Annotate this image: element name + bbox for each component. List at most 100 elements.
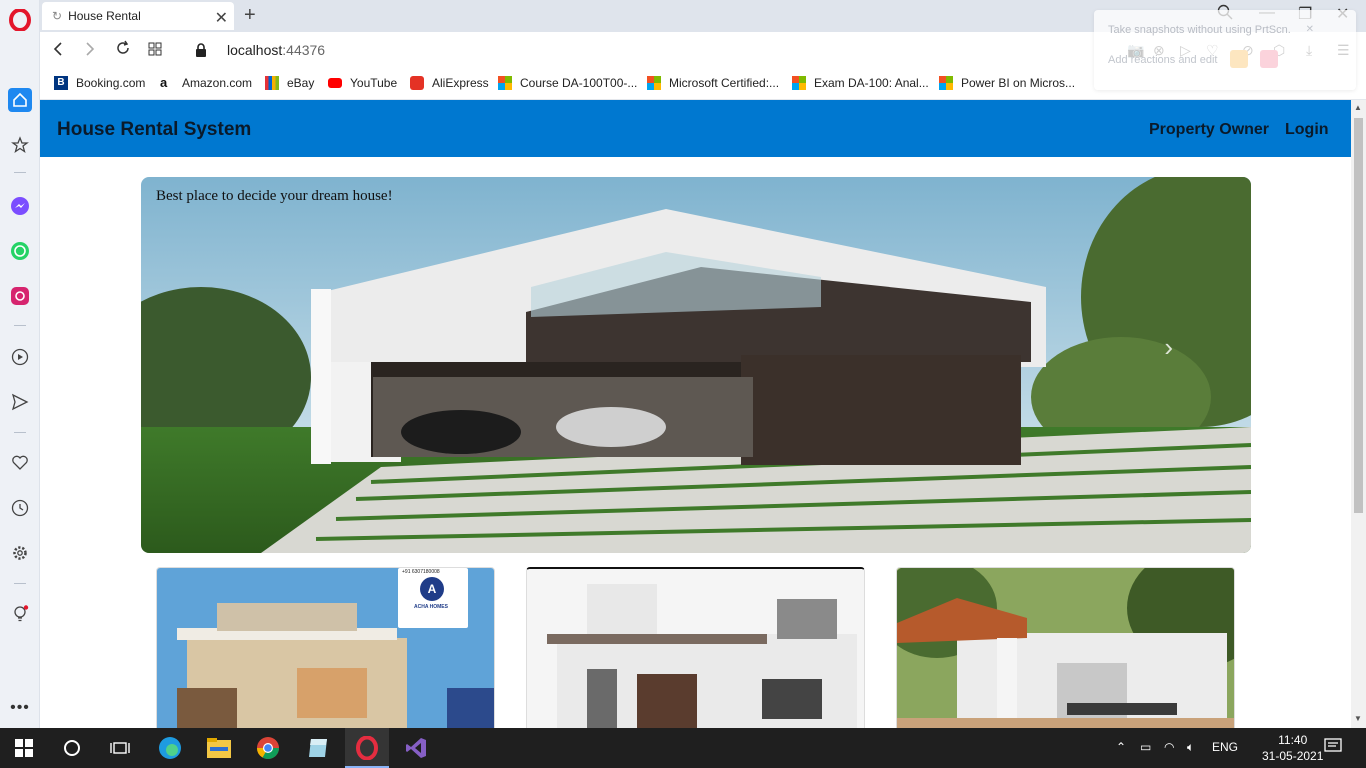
bookmark-exam[interactable]: Exam DA-100: Anal...	[792, 76, 929, 90]
windows-start-icon[interactable]	[12, 736, 36, 760]
bookmark-label: Power BI on Micros...	[961, 76, 1076, 90]
notifications-icon[interactable]	[1324, 738, 1342, 757]
url-port: :44376	[282, 42, 326, 58]
acha-homes-badge: +91 6307180008 A ACHA HOMES	[398, 568, 468, 628]
booking-icon: B	[54, 76, 68, 90]
hero-caption: Best place to decide your dream house!	[156, 188, 393, 204]
bookmark-label: AliExpress	[432, 76, 489, 90]
emoji-reaction-icon[interactable]	[1260, 50, 1278, 68]
bookmark-booking[interactable]: B Booking.com	[54, 76, 145, 90]
sidebar-divider	[14, 432, 26, 433]
url-host: localhost	[227, 42, 283, 58]
screen: ••• ↻ House Rental ✕ + — ❐ ✕	[0, 0, 1366, 768]
microsoft-icon	[792, 76, 806, 90]
send-icon[interactable]	[8, 390, 32, 414]
bookmark-amazon[interactable]: a Amazon.com	[160, 75, 253, 91]
property-card[interactable]	[526, 567, 865, 728]
popup-close-icon[interactable]: ✕	[1306, 24, 1314, 35]
hero-house-image	[141, 177, 1251, 553]
file-explorer-icon[interactable]	[207, 736, 231, 760]
back-icon[interactable]	[52, 40, 64, 61]
scroll-up-icon[interactable]: ▲	[1354, 103, 1362, 112]
emoji-reaction-icon[interactable]	[1230, 50, 1248, 68]
loading-icon: ↻	[52, 9, 63, 23]
snapshot-tip-popup: Take snapshots without using PrtScn. ✕ A…	[1094, 10, 1356, 90]
messenger-icon[interactable]	[8, 194, 32, 218]
notes-app-icon[interactable]	[306, 736, 330, 760]
tray-chevron-icon[interactable]: ⌃	[1116, 740, 1126, 754]
bookmark-aliexpress[interactable]: AliExpress	[410, 76, 489, 90]
web-page: House Rental System Property Owner Login	[40, 100, 1351, 728]
wifi-icon[interactable]: ◠	[1164, 740, 1174, 754]
popup-line-1: Take snapshots without using PrtScn.	[1108, 24, 1291, 36]
aliexpress-icon	[410, 76, 424, 90]
close-tab-icon[interactable]: ✕	[215, 8, 228, 28]
bookmark-label: YouTube	[350, 76, 398, 90]
nav-login[interactable]: Login	[1285, 121, 1329, 139]
bookmark-youtube[interactable]: YouTube	[328, 76, 397, 90]
heart-icon[interactable]	[8, 451, 32, 475]
chrome-icon[interactable]	[256, 736, 280, 760]
tab-house-rental[interactable]: ↻ House Rental ✕	[42, 2, 234, 30]
more-icon[interactable]: •••	[8, 696, 32, 720]
history-icon[interactable]	[8, 496, 32, 520]
scroll-thumb[interactable]	[1354, 118, 1363, 513]
popup-line-2: Add reactions and edit	[1108, 54, 1218, 66]
task-view-icon[interactable]	[108, 736, 132, 760]
bookmark-power-bi[interactable]: Power BI on Micros...	[939, 76, 1075, 90]
reload-icon[interactable]	[115, 40, 131, 61]
forward-icon[interactable]	[84, 40, 96, 61]
instagram-icon[interactable]	[8, 284, 32, 308]
active-app-highlight	[345, 728, 389, 768]
bookmark-course[interactable]: Course DA-100T00-...	[498, 76, 637, 90]
bookmark-microsoft-certified[interactable]: Microsoft Certified:...	[647, 76, 779, 90]
sidebar-divider	[14, 172, 26, 173]
scroll-down-icon[interactable]: ▼	[1354, 714, 1362, 723]
site-navbar: House Rental System Property Owner Login	[40, 100, 1351, 157]
lock-icon[interactable]	[195, 41, 207, 62]
nav-property-owner[interactable]: Property Owner	[1149, 121, 1269, 139]
visual-studio-icon[interactable]	[404, 736, 428, 760]
property-card[interactable]: +91 6307180008 A ACHA HOMES	[156, 567, 495, 728]
youtube-icon	[328, 78, 342, 88]
bookmark-label: Amazon.com	[182, 76, 253, 90]
amazon-icon: a	[160, 75, 168, 90]
lightbulb-icon[interactable]	[8, 602, 32, 626]
player-icon[interactable]	[8, 345, 32, 369]
ebay-icon	[265, 76, 279, 90]
bookmark-label: Course DA-100T00-...	[520, 76, 638, 90]
bookmark-label: Exam DA-100: Anal...	[814, 76, 929, 90]
star-icon[interactable]	[8, 133, 32, 157]
home-icon[interactable]	[8, 88, 32, 112]
new-tab-icon[interactable]: +	[244, 4, 256, 27]
volume-icon[interactable]: 🔈︎	[1187, 740, 1194, 755]
system-clock[interactable]: 11:40 31-05-2021	[1262, 732, 1323, 764]
hero-carousel: Best place to decide your dream house! ›	[141, 177, 1251, 553]
property-card[interactable]	[896, 567, 1235, 728]
language-indicator[interactable]: ENG	[1212, 740, 1238, 754]
whatsapp-icon[interactable]	[8, 239, 32, 263]
bookmark-label: eBay	[287, 76, 315, 90]
microsoft-icon	[647, 76, 661, 90]
page-scrollbar[interactable]: ▲ ▼	[1351, 100, 1366, 728]
tab-title: House Rental	[68, 9, 141, 23]
property-image	[897, 568, 1234, 728]
opera-logo-icon[interactable]	[8, 8, 32, 32]
search-circle-icon[interactable]	[60, 736, 84, 760]
battery-icon[interactable]: ▭	[1140, 740, 1151, 754]
url-field[interactable]: localhost:44376	[227, 42, 325, 58]
speed-dial-icon[interactable]	[148, 40, 162, 61]
edge-browser-icon[interactable]	[158, 736, 182, 760]
bookmark-label: Booking.com	[76, 76, 146, 90]
bookmark-label: Microsoft Certified:...	[669, 76, 780, 90]
bookmark-ebay[interactable]: eBay	[265, 76, 314, 90]
acha-logo-icon: A	[420, 577, 444, 601]
microsoft-icon	[498, 76, 512, 90]
sidebar-divider	[14, 325, 26, 326]
carousel-next-icon[interactable]: ›	[1164, 332, 1173, 363]
settings-gear-icon[interactable]	[8, 541, 32, 565]
badge-name: ACHA HOMES	[414, 604, 448, 610]
sidebar-divider	[14, 583, 26, 584]
site-brand[interactable]: House Rental System	[57, 119, 251, 141]
badge-phone: +91 6307180008	[402, 569, 440, 575]
